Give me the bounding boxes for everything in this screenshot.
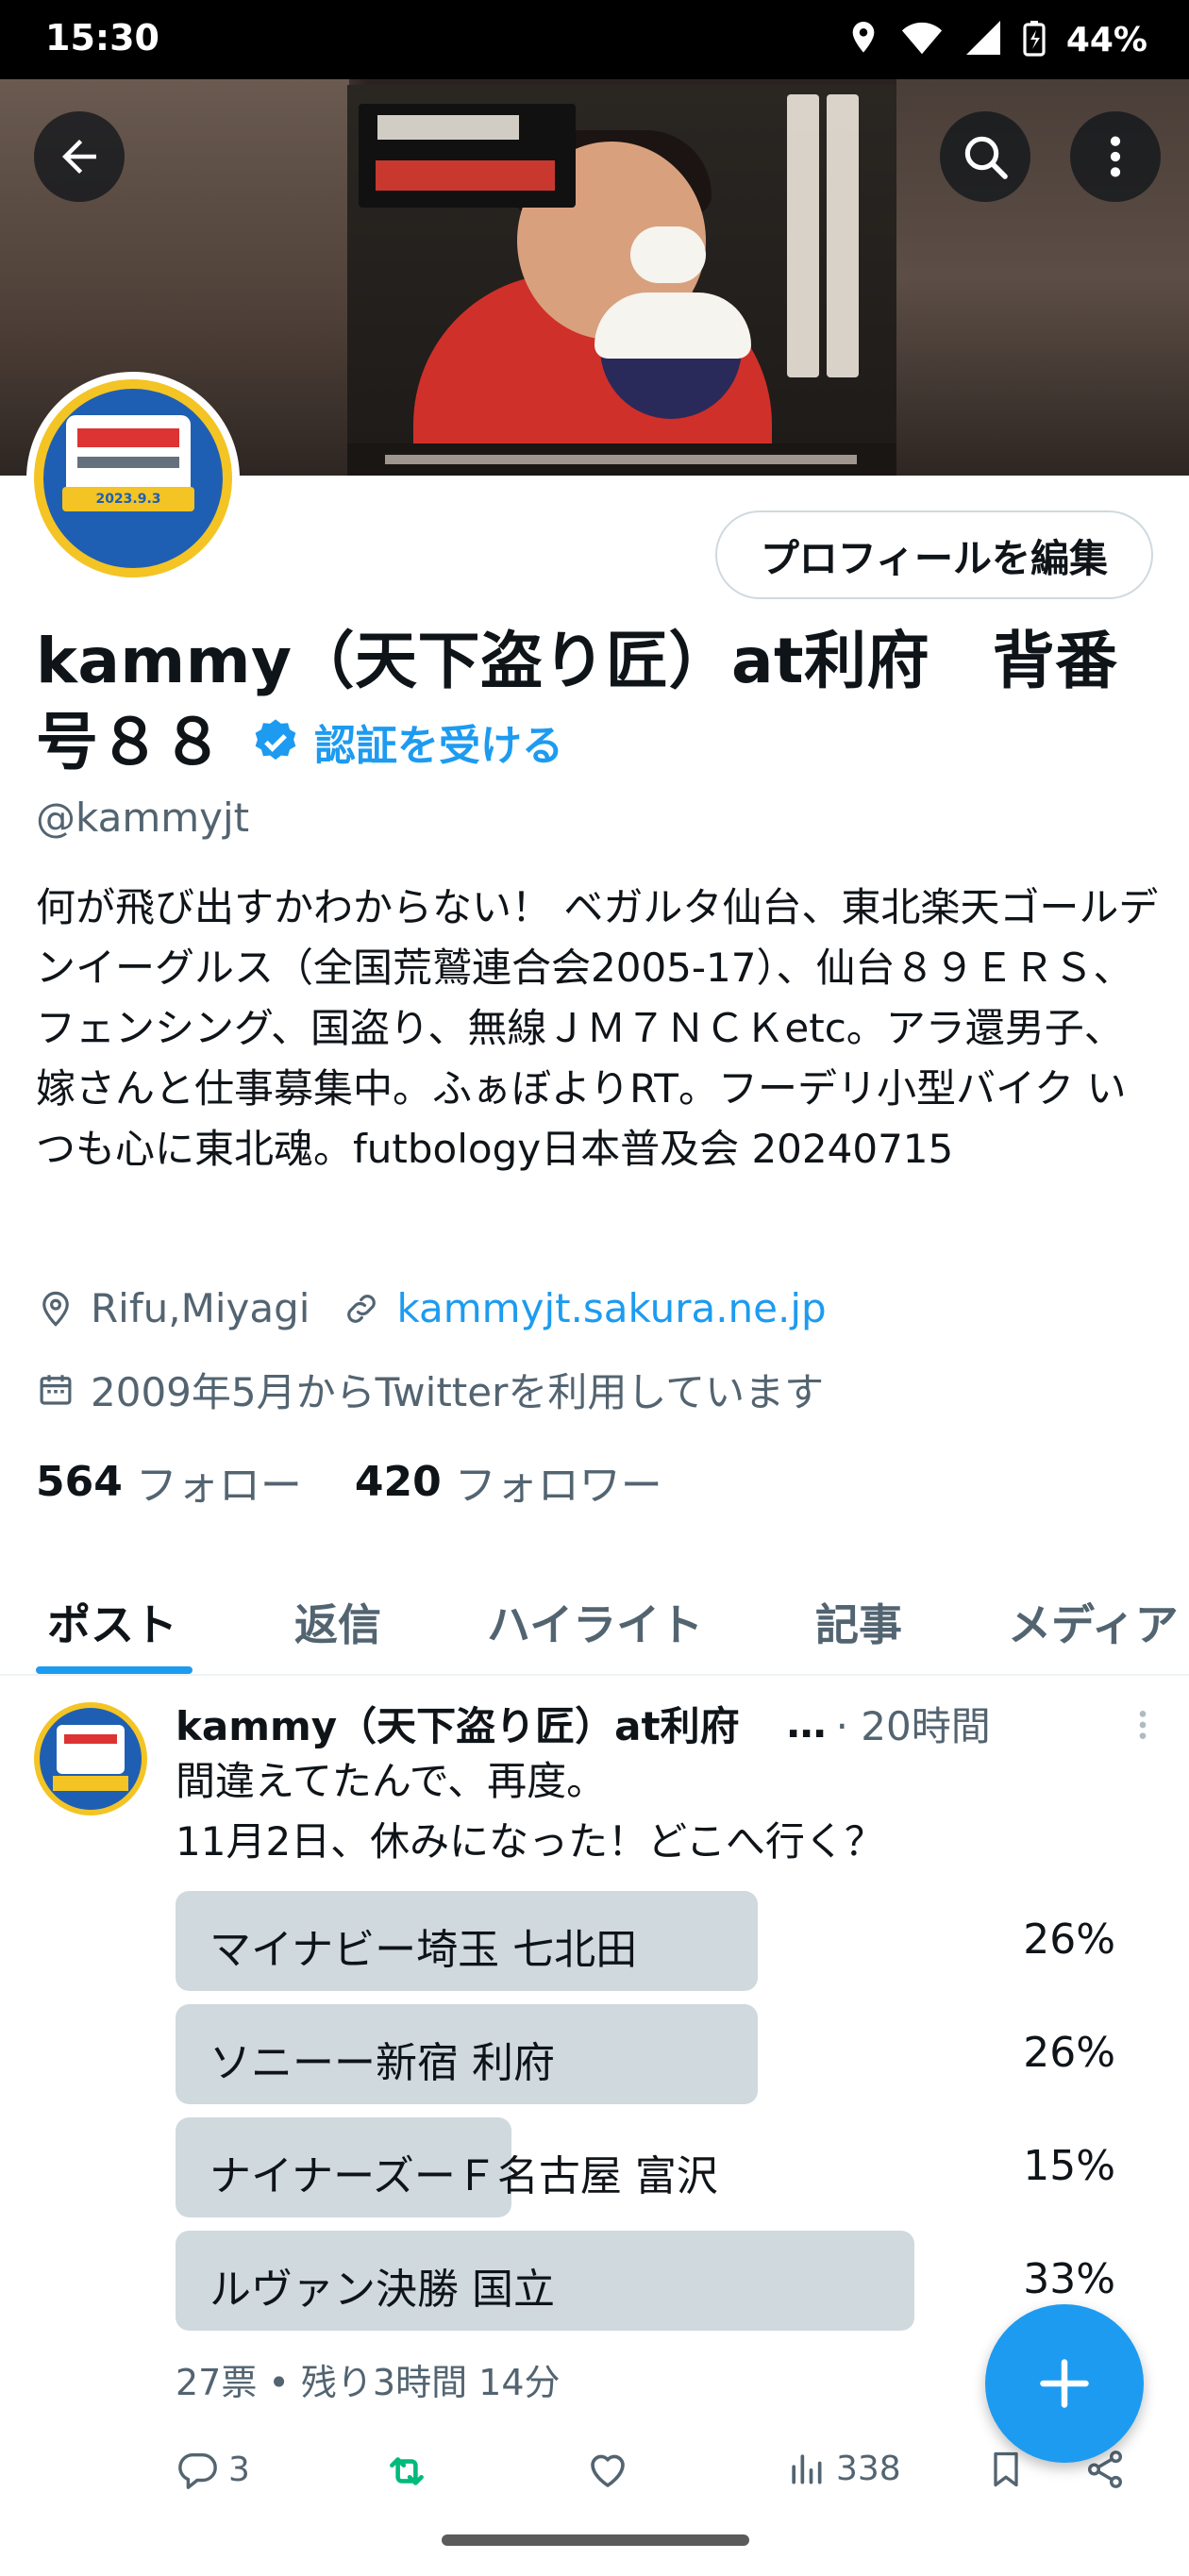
post-author-name[interactable]: kammy（天下盗り匠）at利府 xyxy=(176,1695,740,1752)
tab-replies[interactable]: 返信 xyxy=(294,1591,381,1653)
poll-option[interactable]: ルヴァン決勝 国立 33% xyxy=(176,2231,1129,2331)
plus-icon xyxy=(1040,2359,1089,2408)
post-text: 間違えてたんで、再度。 11月2日、休みになった！どこへ行く？ xyxy=(176,1758,884,1865)
profile-bio: 何が飛び出すかわからない！ ベガルタ仙台、東北楽天ゴールデンイーグルス（全国荒鷲… xyxy=(36,884,1159,1172)
post-name-ellipsis: … xyxy=(786,1699,827,1747)
views-count: 338 xyxy=(836,2449,901,2488)
more-vertical-icon xyxy=(1110,136,1121,177)
repost-icon xyxy=(390,2457,424,2485)
calendar-icon xyxy=(36,1370,75,1410)
back-button[interactable] xyxy=(34,111,125,202)
banner-image xyxy=(347,85,896,476)
compose-post-button[interactable] xyxy=(985,2304,1144,2463)
home-gesture-bar[interactable] xyxy=(442,2534,749,2546)
tab-media[interactable]: メディア xyxy=(1008,1591,1179,1653)
tab-highlights[interactable]: ハイライト xyxy=(487,1591,703,1653)
battery-icon xyxy=(1023,19,1046,60)
avatar-badge-text: 2023.9.3 xyxy=(62,487,194,511)
poll-option-percent: 26% xyxy=(1023,2029,1115,2077)
reply-count: 3 xyxy=(228,2450,250,2489)
poll-option[interactable]: マイナビー埼玉 七北田 26% xyxy=(176,1891,1129,1991)
views-button[interactable]: 338 xyxy=(785,2448,901,2489)
like-button[interactable] xyxy=(585,2448,630,2493)
poll-option-percent: 15% xyxy=(1023,2142,1115,2190)
post-author-avatar[interactable] xyxy=(34,1702,147,1815)
location-icon xyxy=(847,19,879,60)
more-button[interactable] xyxy=(1070,111,1161,202)
profile-location: Rifu,Miyagi xyxy=(91,1285,310,1331)
profile-tabs: ポスト 返信 ハイライト 記事 メディア xyxy=(0,1557,1189,1676)
arrow-left-icon xyxy=(62,140,96,174)
post-more-icon[interactable] xyxy=(1129,1706,1157,1753)
verified-badge-icon xyxy=(255,719,296,761)
profile-joined-date: 2009年5月からTwitterを利用しています xyxy=(91,1369,825,1415)
followers-count[interactable]: 420 xyxy=(355,1458,442,1506)
get-verified-label: 認証を受ける xyxy=(314,722,563,770)
bookmark-icon xyxy=(994,2451,1018,2487)
post-actions: 3 338 xyxy=(176,2448,1157,2504)
poll-option-percent: 33% xyxy=(1023,2255,1115,2303)
edit-profile-button[interactable]: プロフィールを編集 xyxy=(714,510,1153,599)
battery-level: 44% xyxy=(1065,20,1147,59)
reply-icon xyxy=(178,2452,217,2489)
profile-joined-row: 2009年5月からTwitterを利用しています xyxy=(36,1361,824,1418)
status-time: 15:30 xyxy=(45,17,159,59)
poll-option-percent: 26% xyxy=(1023,1915,1115,1964)
profile-meta-row: Rifu,Miyagi kammyjt.sakura.ne.jp xyxy=(36,1285,827,1331)
link-icon xyxy=(342,1289,381,1329)
active-tab-indicator xyxy=(36,1666,193,1674)
status-icons: 44% xyxy=(847,17,1147,62)
following-count[interactable]: 564 xyxy=(36,1458,123,1506)
status-bar: 15:30 44% xyxy=(0,0,1189,79)
wifi-icon xyxy=(900,19,944,60)
poll-option-label: マイナビー埼玉 七北田 xyxy=(209,1926,638,1974)
display-name: kammy（天下盗り匠）at利府 背番号８８ xyxy=(36,625,1118,778)
profile-website-link[interactable]: kammyjt.sakura.ne.jp xyxy=(396,1285,826,1331)
post-timestamp[interactable]: · 20時間 xyxy=(836,1695,991,1752)
poll-meta: 27票 • 残り3時間 14分 xyxy=(176,2362,561,2403)
profile-handle: @kammyjt xyxy=(36,795,250,841)
poll-option[interactable]: ナイナーズーＦ名古屋 富沢 15% xyxy=(176,2117,1129,2217)
get-verified-link[interactable]: 認証を受ける xyxy=(250,711,563,772)
poll-option[interactable]: ソニーー新宿 利府 26% xyxy=(176,2004,1129,2104)
poll-option-label: ソニーー新宿 利府 xyxy=(209,2039,555,2087)
follow-stats: 564 フォロー 420 フォロワー xyxy=(36,1451,715,1512)
poll-option-label: ナイナーズーＦ名古屋 富沢 xyxy=(209,2152,718,2200)
tab-posts[interactable]: ポスト xyxy=(47,1591,177,1653)
bookmark-button[interactable] xyxy=(985,2448,1027,2491)
location-pin-icon xyxy=(36,1289,75,1329)
poll-option-label: ルヴァン決勝 国立 xyxy=(209,2266,555,2314)
following-label[interactable]: フォロー xyxy=(136,1451,302,1512)
signal-icon xyxy=(964,19,1002,60)
analytics-icon xyxy=(792,2454,822,2484)
followers-label[interactable]: フォロワー xyxy=(455,1451,662,1512)
search-button[interactable] xyxy=(940,111,1030,202)
tab-articles[interactable]: 記事 xyxy=(815,1591,902,1653)
search-icon xyxy=(964,136,1008,179)
heart-icon xyxy=(591,2454,625,2487)
post-header: kammy（天下盗り匠）at利府 … · 20時間 xyxy=(176,1697,1157,1749)
repost-button[interactable] xyxy=(383,2448,430,2495)
reply-button[interactable]: 3 xyxy=(176,2448,250,2491)
profile-avatar[interactable]: 2023.9.3 xyxy=(26,372,240,585)
